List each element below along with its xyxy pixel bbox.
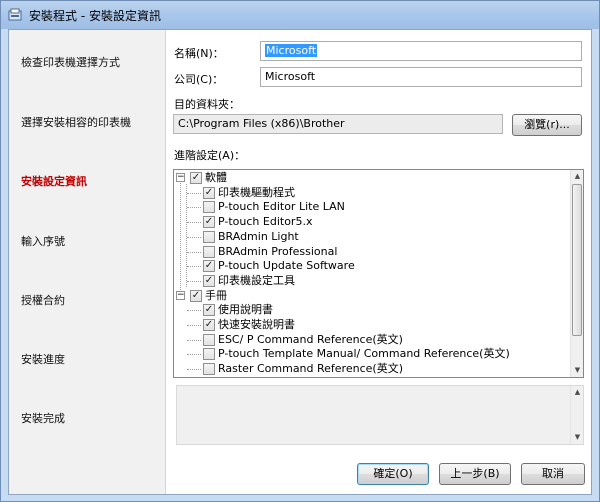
browse-button[interactable]: 瀏覽(r)... [512, 114, 582, 136]
destination-folder-label: 目的資料夾： [174, 98, 240, 111]
back-button[interactable]: 上一步(B) [439, 463, 511, 485]
tree-group[interactable]: − ✓ 手冊 [174, 289, 564, 303]
tree-connector [187, 251, 201, 253]
tree-checkbox[interactable]: ✓ [190, 172, 202, 184]
tree-checkbox[interactable] [203, 333, 215, 346]
step-enter-serial: 輸入序號 [21, 235, 65, 248]
tree-group-label: 手冊 [205, 288, 227, 302]
tree-item[interactable]: ✓ P-touch Editor5.x [174, 215, 564, 229]
tree-checkbox[interactable] [203, 230, 215, 243]
name-label: 名稱(N)： [174, 47, 224, 60]
tree-item[interactable]: ESC/ P Command Reference(英文) [174, 333, 564, 347]
tree-connector [187, 369, 201, 371]
tree-item-label: BRAdmin Professional [218, 244, 338, 258]
installer-window: 安裝程式 - 安裝設定資訊 檢查印表機選擇方式 選擇安裝相容的印表機 安裝設定資… [0, 0, 600, 502]
tree-checkbox[interactable]: ✓ [203, 186, 215, 199]
tree-checkbox[interactable]: ✓ [190, 289, 202, 302]
tree-connector [187, 266, 201, 268]
title-bar[interactable]: 安裝程式 - 安裝設定資訊 [1, 1, 599, 29]
wizard-steps-sidebar: 檢查印表機選擇方式 選擇安裝相容的印表機 安裝設定資訊 輸入序號 授權合約 安裝… [9, 30, 166, 494]
tree-item-label: 使用說明書 [218, 303, 273, 317]
tree-checkbox[interactable]: ✓ [203, 304, 215, 317]
tree-item[interactable]: ✓ 印表機驅動程式 [174, 186, 564, 200]
company-field[interactable]: Microsoft [260, 67, 582, 87]
tree-connector [187, 325, 201, 326]
tree-item[interactable]: ✓ P-touch Update Software [174, 259, 564, 273]
dialog-client-area: 檢查印表機選擇方式 選擇安裝相容的印表機 安裝設定資訊 輸入序號 授權合約 安裝… [8, 29, 592, 495]
tree-item-label: BRAdmin Light [218, 229, 299, 243]
tree-checkbox[interactable]: ✓ [203, 319, 215, 331]
window-title: 安裝程式 - 安裝設定資訊 [29, 9, 161, 23]
tree-checkbox[interactable] [203, 363, 215, 376]
tree-checkbox[interactable]: ✓ [203, 216, 215, 229]
tree-item[interactable]: ✓ 快速安裝說明書 [174, 318, 564, 332]
step-install-settings: 安裝設定資訊 [21, 175, 87, 188]
expand-collapse-icon[interactable]: − [176, 173, 185, 182]
tree-checkbox[interactable] [203, 201, 215, 214]
tree-item-label: P-touch Editor5.x [218, 215, 313, 229]
tree-item-label: ESC/ P Command Reference(英文) [218, 332, 403, 346]
tree-checkbox[interactable]: ✓ [203, 260, 215, 273]
tree-checkbox[interactable]: ✓ [203, 274, 215, 287]
destination-folder-field[interactable]: C:\Program Files (x86)\Brother [173, 114, 503, 134]
tree-connector [187, 222, 201, 224]
component-tree[interactable]: − ✓ 軟體 ✓ 印表機驅動程式 P-touch Editor Lite LAN ✓ P-to… [173, 169, 584, 378]
component-description-box: ▲ ▼ [176, 385, 584, 445]
expand-collapse-icon[interactable]: − [176, 290, 185, 300]
tree-item[interactable]: ✓ 印表機設定工具 [174, 274, 564, 288]
name-field-value: Microsoft [265, 44, 318, 57]
tree-item-label: 印表機設定工具 [218, 273, 295, 287]
step-select-compatible-printer: 選擇安裝相容的印表機 [21, 116, 131, 129]
company-label: 公司(C)： [174, 73, 224, 86]
tree-group-label: 軟體 [205, 171, 227, 184]
tree-item-label: 快速安裝說明書 [218, 318, 295, 331]
tree-item[interactable]: P-touch Editor Lite LAN [174, 200, 564, 214]
installer-app-icon [8, 8, 22, 21]
tree-group[interactable]: − ✓ 軟體 [174, 171, 564, 185]
tree-item-label: 印表機驅動程式 [218, 185, 295, 199]
tree-connector [187, 280, 201, 282]
tree-item-label: P-touch Template Manual/ Command Referen… [218, 347, 510, 361]
scroll-up-arrow-icon[interactable]: ▲ [571, 170, 583, 183]
tree-item[interactable]: BRAdmin Light [174, 230, 564, 244]
step-check-printer-selection: 檢查印表機選擇方式 [21, 56, 120, 69]
tree-item[interactable]: BRAdmin Professional [174, 245, 564, 259]
component-tree-scrollbar[interactable]: ▲ ▼ [570, 170, 583, 377]
ok-button[interactable]: 確定(O) [357, 463, 429, 485]
tree-connector [187, 339, 201, 341]
tree-checkbox[interactable] [203, 348, 215, 361]
tree-connector [187, 310, 201, 312]
description-scrollbar[interactable]: ▲ ▼ [570, 386, 583, 444]
tree-item-label: P-touch Update Software [218, 259, 355, 273]
tree-item[interactable]: P-touch Template Manual/ Command Referen… [174, 347, 564, 361]
scroll-down-arrow-icon[interactable]: ▼ [571, 364, 583, 377]
advanced-settings-label: 進階設定(A)： [174, 149, 246, 162]
component-tree-items: − ✓ 軟體 ✓ 印表機驅動程式 P-touch Editor Lite LAN ✓ P-to… [174, 170, 571, 377]
scroll-down-arrow-icon[interactable]: ▼ [571, 431, 584, 444]
scroll-thumb[interactable] [572, 184, 582, 336]
tree-connector [187, 354, 201, 356]
step-license-agreement: 授權合約 [21, 294, 65, 307]
tree-item-label: P-touch Editor Lite LAN [218, 200, 345, 214]
scroll-up-arrow-icon[interactable]: ▲ [571, 386, 584, 399]
tree-item-label: Raster Command Reference(英文) [218, 362, 403, 376]
tree-checkbox[interactable] [203, 245, 215, 258]
step-install-complete: 安裝完成 [21, 412, 65, 425]
tree-item[interactable]: ✓ 使用說明書 [174, 303, 564, 317]
step-install-progress: 安裝進度 [21, 353, 65, 366]
tree-connector [187, 236, 201, 238]
tree-connector [187, 192, 201, 194]
tree-item[interactable]: Raster Command Reference(英文) [174, 362, 564, 376]
name-field[interactable]: Microsoft [260, 41, 582, 61]
cancel-button[interactable]: 取消 [521, 463, 585, 485]
tree-connector [187, 207, 201, 209]
